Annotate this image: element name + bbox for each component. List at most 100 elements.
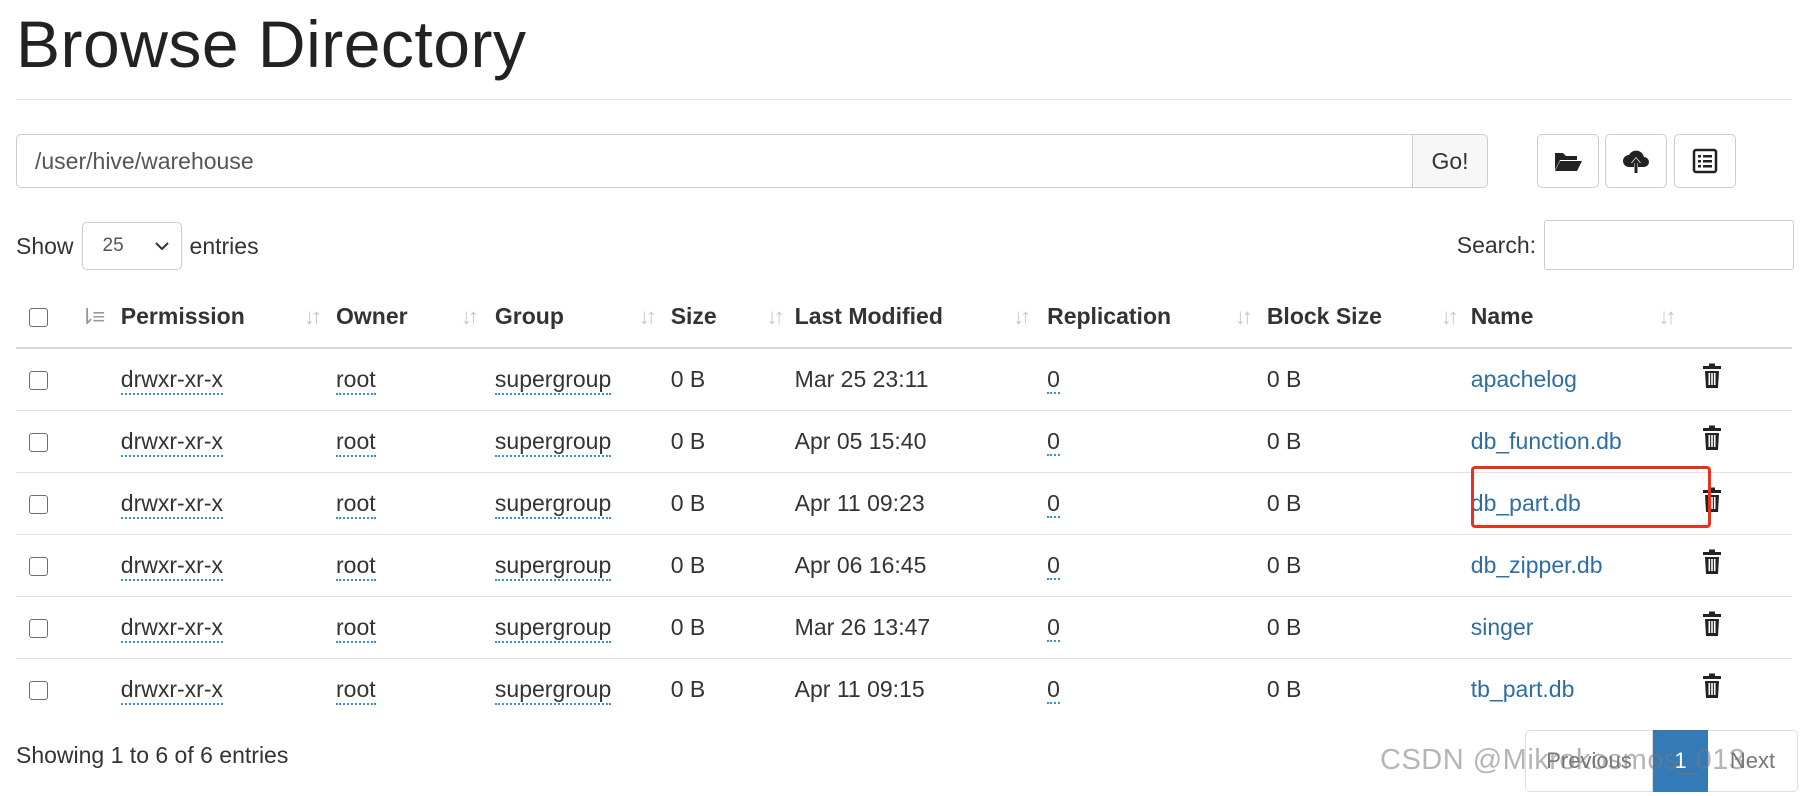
sort-default-header[interactable]: ⇂≡ xyxy=(77,286,121,349)
directory-name-link[interactable]: db_part.db xyxy=(1471,490,1581,516)
create-directory-button[interactable] xyxy=(1537,134,1599,188)
path-bar: Go! xyxy=(16,134,1488,188)
permission-cell[interactable]: drwxr-xr-x xyxy=(120,551,223,581)
directory-name-link[interactable]: singer xyxy=(1471,614,1534,640)
trash-icon xyxy=(1702,549,1721,574)
sort-icon: ↓↑ xyxy=(460,304,479,329)
owner-cell[interactable]: root xyxy=(336,675,376,705)
sort-icon: ↓↑ xyxy=(638,304,657,329)
cloud-upload-icon xyxy=(1623,150,1649,173)
owner-cell[interactable]: root xyxy=(336,365,376,395)
delete-button[interactable] xyxy=(1690,533,1792,596)
last-modified-cell: Apr 05 15:40 xyxy=(794,409,1048,472)
table-row: drwxr-xr-x root supergroup 0 B Apr 06 16:45 0… xyxy=(16,533,1792,596)
table-row: drwxr-xr-x root supergroup 0 B Apr 05 15:40 0… xyxy=(16,409,1792,472)
group-cell[interactable]: supergroup xyxy=(494,427,612,457)
group-cell[interactable]: supergroup xyxy=(494,675,612,705)
entries-per-page-value: 25 xyxy=(102,235,124,256)
sort-icon: ↓↑ xyxy=(1440,304,1459,329)
delete-button[interactable] xyxy=(1690,595,1792,658)
size-cell: 0 B xyxy=(670,657,795,720)
owner-cell[interactable]: root xyxy=(336,427,376,457)
directory-table: ⇂≡ Permission ↓↑ Owner ↓↑ Group ↓↑ Size ↓↑ L… xyxy=(16,286,1792,720)
row-checkbox[interactable] xyxy=(29,681,48,701)
directory-path-input[interactable] xyxy=(16,134,1412,188)
delete-button[interactable] xyxy=(1690,409,1792,472)
owner-cell[interactable]: root xyxy=(336,489,376,519)
next-page-button[interactable]: Next xyxy=(1708,730,1798,792)
row-checkbox[interactable] xyxy=(29,371,48,391)
column-header-last-modified[interactable]: Last Modified ↓↑ xyxy=(794,286,1048,349)
cut-paste-button[interactable] xyxy=(1674,134,1736,188)
pagination: Previous 1 Next xyxy=(1525,730,1798,792)
search-input[interactable] xyxy=(1544,220,1794,270)
owner-cell[interactable]: root xyxy=(336,613,376,643)
directory-name-link[interactable]: apachelog xyxy=(1471,366,1577,392)
group-cell[interactable]: supergroup xyxy=(494,613,612,643)
directory-name-link[interactable]: db_function.db xyxy=(1471,428,1622,454)
group-cell[interactable]: supergroup xyxy=(494,551,612,581)
permission-cell[interactable]: drwxr-xr-x xyxy=(120,675,223,705)
delete-button[interactable] xyxy=(1691,348,1792,410)
entries-label: entries xyxy=(189,232,259,259)
replication-cell[interactable]: 0 xyxy=(1047,613,1060,642)
group-cell[interactable]: supergroup xyxy=(494,365,612,395)
permission-cell[interactable]: drwxr-xr-x xyxy=(120,365,223,395)
table-row: drwxr-xr-x root supergroup 0 B Apr 11 09:15 0… xyxy=(16,657,1792,720)
sort-icon: ↓↑ xyxy=(1013,304,1031,329)
show-entries: Show 25 entries xyxy=(16,222,259,270)
column-header-name[interactable]: Name ↓↑ xyxy=(1470,286,1691,349)
delete-button[interactable] xyxy=(1690,657,1792,720)
replication-cell[interactable]: 0 xyxy=(1047,675,1060,704)
go-button[interactable]: Go! xyxy=(1412,134,1488,188)
trash-icon xyxy=(1702,673,1721,699)
owner-cell[interactable]: root xyxy=(336,551,376,581)
row-checkbox[interactable] xyxy=(29,432,48,452)
group-cell[interactable]: supergroup xyxy=(494,489,612,519)
replication-cell[interactable]: 0 xyxy=(1047,489,1060,518)
row-checkbox[interactable] xyxy=(29,494,48,514)
block-size-cell: 0 B xyxy=(1266,533,1471,596)
column-header-size[interactable]: Size ↓↑ xyxy=(670,286,795,349)
column-header-permission[interactable]: Permission ↓↑ xyxy=(120,286,337,349)
actions-header xyxy=(1690,286,1792,349)
permission-cell[interactable]: drwxr-xr-x xyxy=(120,427,223,457)
upload-button[interactable] xyxy=(1605,134,1667,188)
permission-cell[interactable]: drwxr-xr-x xyxy=(120,613,223,643)
table-row: drwxr-xr-x root supergroup 0 B Mar 25 23:11 0… xyxy=(16,348,1792,410)
trash-icon xyxy=(1702,363,1721,389)
sort-icon: ↓↑ xyxy=(1658,304,1677,329)
page-1-button[interactable]: 1 xyxy=(1653,730,1708,792)
show-label: Show xyxy=(16,232,74,259)
directory-name-link[interactable]: db_zipper.db xyxy=(1471,552,1603,578)
column-header-block-size[interactable]: Block Size ↓↑ xyxy=(1266,286,1471,349)
sort-amount-icon[interactable]: ⇂≡ xyxy=(78,304,105,330)
block-size-cell: 0 B xyxy=(1266,657,1471,720)
table-info: Showing 1 to 6 of 6 entries xyxy=(16,742,289,768)
directory-name-link[interactable]: tb_part.db xyxy=(1471,676,1575,702)
sort-icon: ↓↑ xyxy=(1234,304,1253,329)
size-cell: 0 B xyxy=(670,365,706,392)
column-header-replication[interactable]: Replication ↓↑ xyxy=(1047,286,1267,349)
folder-open-icon xyxy=(1555,153,1582,171)
column-header-group[interactable]: Group ↓↑ xyxy=(494,286,671,349)
replication-cell[interactable]: 0 xyxy=(1047,427,1060,456)
row-checkbox[interactable] xyxy=(29,618,48,638)
replication-cell[interactable]: 0 xyxy=(1047,551,1060,580)
last-modified-cell: Apr 06 16:45 xyxy=(794,533,1048,596)
trash-icon xyxy=(1702,425,1721,450)
select-all-checkbox[interactable] xyxy=(29,308,48,328)
trash-icon xyxy=(1702,611,1721,636)
delete-button[interactable] xyxy=(1690,471,1792,534)
entries-per-page-select[interactable]: 25 xyxy=(81,222,182,270)
table-row: drwxr-xr-x root supergroup 0 B Mar 26 13:47 0… xyxy=(16,595,1792,658)
replication-cell[interactable]: 0 xyxy=(1047,365,1060,394)
row-checkbox[interactable] xyxy=(29,556,48,576)
sort-icon: ↓↑ xyxy=(766,304,785,329)
permission-cell[interactable]: drwxr-xr-x xyxy=(120,489,223,519)
previous-page-button[interactable]: Previous xyxy=(1525,730,1653,792)
select-all-header[interactable] xyxy=(16,286,78,349)
last-modified-cell: Apr 11 09:15 xyxy=(794,657,1048,720)
column-header-owner[interactable]: Owner ↓↑ xyxy=(336,286,495,349)
title-divider xyxy=(16,99,1792,100)
